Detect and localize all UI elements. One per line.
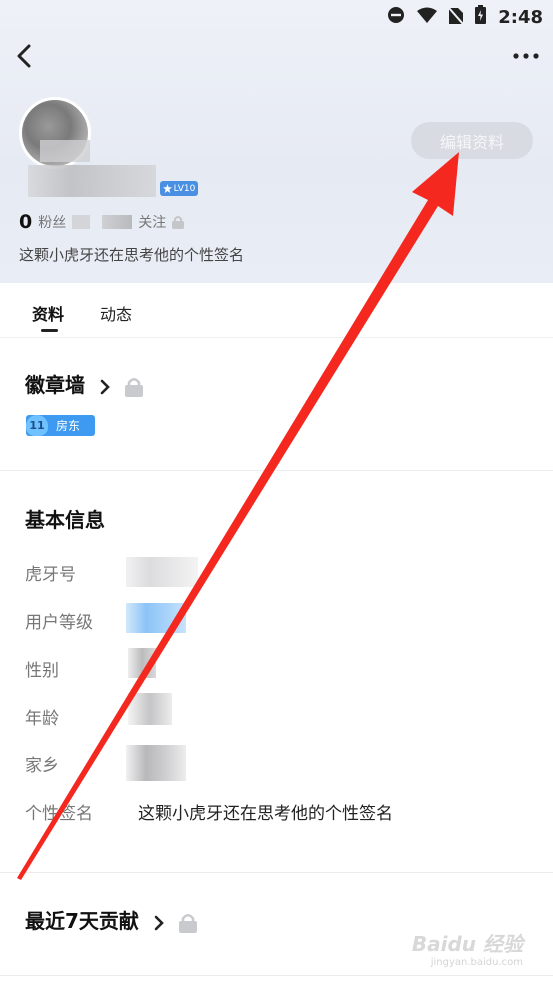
level-badge: LV10 bbox=[160, 181, 198, 196]
chevron-right-icon bbox=[154, 915, 164, 930]
chevron-right-icon bbox=[100, 379, 110, 394]
fan-badge-level: 11 bbox=[29, 419, 45, 432]
username-mosaic bbox=[28, 165, 156, 197]
follow-label[interactable]: 关注 bbox=[138, 212, 166, 232]
edit-profile-button[interactable]: 编辑资料 bbox=[411, 122, 533, 159]
follow-mosaic bbox=[102, 215, 133, 229]
fans-mosaic bbox=[72, 215, 91, 229]
huya-id-mosaic bbox=[126, 557, 198, 587]
fan-badge[interactable]: 11 房东 bbox=[26, 415, 95, 436]
contribution-title: 最近7天贡献 bbox=[25, 909, 139, 933]
chevron-left-icon bbox=[17, 44, 31, 68]
info-label-huya-id: 虎牙号 bbox=[25, 565, 76, 585]
fans-follow-row: 0 粉丝 关注 bbox=[19, 211, 185, 233]
active-tab-indicator bbox=[41, 329, 58, 332]
fans-count[interactable]: 0 bbox=[19, 211, 32, 233]
section-divider bbox=[0, 975, 553, 976]
watermark-url: jingyan.baidu.com bbox=[430, 957, 523, 968]
tab-profile-info[interactable]: 资料 bbox=[32, 301, 64, 325]
fan-badge-name: 房东 bbox=[56, 419, 81, 433]
status-bar: 2:48 bbox=[0, 0, 553, 32]
age-mosaic bbox=[128, 693, 172, 725]
lock-icon bbox=[172, 216, 185, 229]
wifi-icon bbox=[417, 7, 438, 28]
heart-icon: 11 bbox=[26, 415, 48, 436]
info-value-signature: 这颗小虎牙还在思考他的个性签名 bbox=[138, 804, 393, 824]
info-label-age: 年龄 bbox=[25, 709, 59, 729]
level-badge-label: LV10 bbox=[173, 183, 196, 194]
no-sim-icon bbox=[448, 6, 464, 29]
username-mosaic bbox=[40, 140, 90, 162]
hometown-mosaic bbox=[126, 745, 186, 781]
watermark-brand: Baidu 经验 bbox=[411, 932, 523, 956]
back-button[interactable] bbox=[10, 40, 38, 72]
info-label-user-level: 用户等级 bbox=[25, 613, 93, 633]
contribution-header[interactable]: 最近7天贡献 bbox=[25, 905, 197, 934]
lock-icon bbox=[178, 913, 197, 933]
basic-info-title: 基本信息 bbox=[25, 508, 105, 532]
gender-mosaic bbox=[128, 648, 156, 678]
tab-activity[interactable]: 动态 bbox=[100, 301, 132, 325]
user-level-mosaic bbox=[126, 603, 186, 633]
profile-signature: 这颗小虎牙还在思考他的个性签名 bbox=[19, 246, 245, 264]
do-not-disturb-icon bbox=[387, 6, 405, 29]
lock-icon bbox=[124, 377, 143, 397]
info-label-hometown: 家乡 bbox=[25, 756, 59, 776]
section-divider bbox=[0, 470, 553, 471]
baidu-watermark: Baidu 经验 jingyan.baidu.com bbox=[412, 928, 523, 968]
fans-label[interactable]: 粉丝 bbox=[38, 212, 66, 232]
badge-wall-title: 徽章墙 bbox=[25, 373, 85, 397]
more-dots-icon bbox=[513, 53, 539, 59]
profile-tabs: 资料 动态 bbox=[0, 283, 553, 338]
star-icon bbox=[162, 184, 172, 193]
info-label-gender: 性别 bbox=[25, 661, 59, 681]
battery-icon bbox=[475, 5, 487, 29]
badge-wall-header[interactable]: 徽章墙 bbox=[25, 369, 143, 398]
more-options-button[interactable] bbox=[513, 44, 539, 62]
status-time: 2:48 bbox=[498, 6, 543, 28]
info-label-signature: 个性签名 bbox=[25, 804, 93, 824]
section-divider bbox=[0, 872, 553, 873]
